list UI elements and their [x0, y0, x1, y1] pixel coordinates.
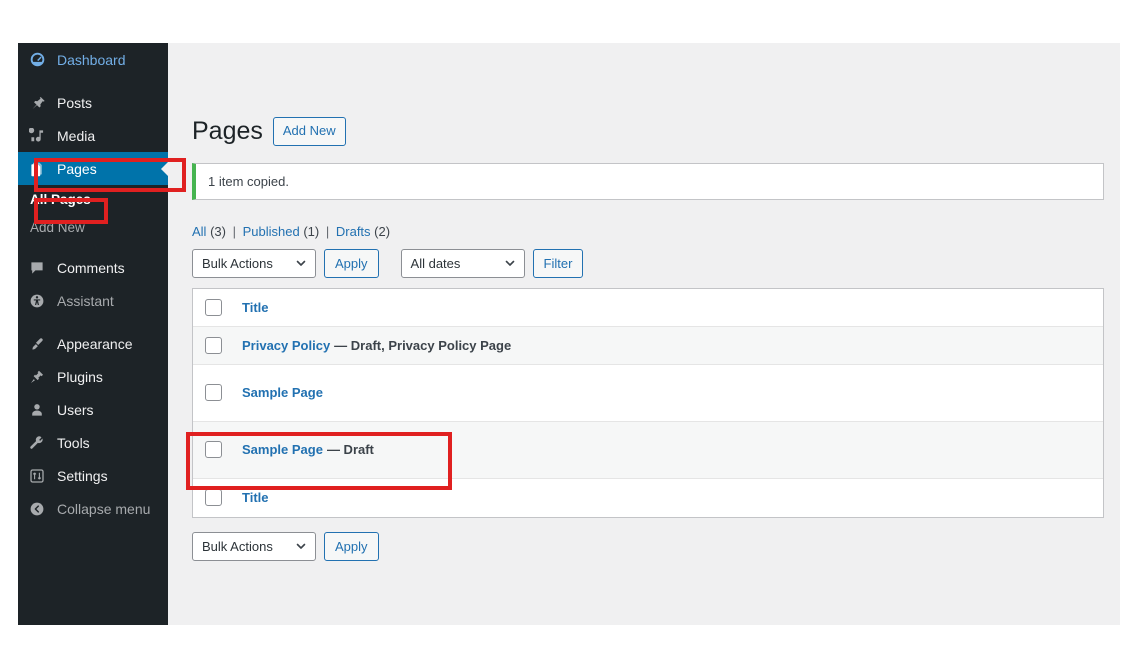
wordpress-admin-screen: Dashboard Posts Media Pages All Pages Ad…	[18, 43, 1120, 625]
filter-count-drafts: (2)	[374, 223, 391, 239]
sidebar-item-tools[interactable]: Tools	[18, 426, 168, 459]
page-title: Pages	[192, 117, 263, 145]
table-row[interactable]: Sample Page	[193, 364, 1103, 422]
sidebar-subitem-label: Add New	[30, 219, 85, 235]
sidebar-item-dashboard[interactable]: Dashboard	[18, 43, 168, 76]
plugin-icon	[26, 367, 48, 387]
sidebar-item-comments[interactable]: Comments	[18, 251, 168, 284]
pages-table: Title Privacy Policy — Draft, Privacy Po…	[192, 287, 1104, 518]
tablenav-bottom: Bulk Actions Apply	[192, 531, 1120, 561]
sidebar-divider	[18, 317, 168, 327]
apply-button-bottom[interactable]: Apply	[324, 531, 379, 561]
column-header-title[interactable]: Title	[242, 300, 269, 315]
sidebar-item-collapse-menu[interactable]: Collapse menu	[18, 492, 168, 525]
admin-content-area: Pages Add New 1 item copied. All (3) | P…	[168, 43, 1120, 625]
bulk-actions-value: Bulk Actions	[202, 255, 273, 271]
sidebar-item-plugins[interactable]: Plugins	[18, 360, 168, 393]
sidebar-item-label: Users	[57, 401, 94, 418]
sidebar-item-label: Settings	[57, 467, 108, 484]
sidebar-item-label: Appearance	[57, 335, 133, 352]
sidebar-item-label: Assistant	[57, 292, 114, 309]
column-footer-title[interactable]: Title	[242, 490, 269, 505]
sidebar-item-label: Pages	[57, 160, 97, 177]
sidebar-item-all-pages[interactable]: All Pages	[18, 185, 168, 213]
row-checkbox[interactable]	[205, 441, 222, 458]
select-all-checkbox-top[interactable]	[205, 298, 222, 316]
admin-sidebar: Dashboard Posts Media Pages All Pages Ad…	[18, 43, 168, 625]
row-title-link[interactable]: Sample Page	[242, 385, 323, 400]
notice-banner: 1 item copied.	[192, 162, 1104, 200]
sidebar-item-label: Media	[57, 127, 96, 144]
row-title-link[interactable]: Privacy Policy	[242, 338, 330, 353]
bulk-actions-select-top[interactable]: Bulk Actions	[192, 248, 316, 278]
filter-separator: |	[232, 223, 236, 239]
sidebar-item-users[interactable]: Users	[18, 393, 168, 426]
filter-separator: |	[325, 223, 330, 239]
dashboard-icon	[26, 50, 48, 70]
date-filter-select[interactable]: All dates	[400, 248, 525, 278]
select-all-checkbox-bottom[interactable]	[205, 489, 222, 506]
brush-icon	[26, 334, 48, 354]
row-post-state: — Draft, Privacy Policy Page	[334, 337, 512, 353]
user-icon	[26, 400, 48, 420]
filter-link-published[interactable]: Published	[243, 224, 300, 239]
status-filter-links: All (3) | Published (1) | Drafts (2)	[192, 224, 1120, 239]
filter-link-drafts[interactable]: Drafts	[336, 224, 371, 239]
table-row[interactable]: Privacy Policy — Draft, Privacy Policy P…	[193, 326, 1103, 365]
sidebar-item-label: Tools	[57, 434, 90, 451]
filter-button[interactable]: Filter	[532, 248, 584, 278]
sidebar-item-label: Collapse menu	[57, 500, 151, 517]
row-post-state: — Draft	[326, 442, 374, 457]
table-row[interactable]: Sample Page — Draft	[193, 421, 1103, 479]
notice-message: 1 item copied.	[208, 173, 289, 189]
sidebar-divider	[18, 76, 168, 86]
chevron-down-icon	[295, 257, 307, 269]
date-filter-value: All dates	[410, 255, 461, 271]
apply-button-top[interactable]: Apply	[324, 248, 379, 278]
sidebar-item-settings[interactable]: Settings	[18, 459, 168, 492]
collapse-icon	[26, 499, 48, 519]
sidebar-item-appearance[interactable]: Appearance	[18, 327, 168, 360]
filter-link-all[interactable]: All	[192, 224, 206, 239]
page-header: Pages Add New	[192, 43, 1120, 148]
row-title-link[interactable]: Sample Page	[242, 442, 323, 457]
pages-icon	[26, 159, 48, 179]
table-header-row: Title	[193, 288, 1103, 327]
filter-count-all: (3)	[210, 223, 226, 239]
sidebar-item-label: Plugins	[57, 368, 103, 385]
sidebar-subitem-label: All Pages	[30, 191, 91, 207]
row-checkbox[interactable]	[205, 384, 222, 401]
media-icon	[26, 126, 48, 146]
row-checkbox[interactable]	[205, 336, 222, 354]
comments-icon	[26, 258, 48, 278]
sidebar-item-assistant[interactable]: Assistant	[18, 284, 168, 317]
chevron-down-icon	[504, 257, 516, 269]
add-new-button[interactable]: Add New	[272, 117, 346, 146]
sidebar-divider	[18, 241, 168, 251]
chevron-down-icon	[295, 540, 307, 552]
sidebar-item-media[interactable]: Media	[18, 119, 168, 152]
sidebar-item-pages[interactable]: Pages	[18, 152, 168, 185]
filter-count-published: (1)	[303, 223, 320, 239]
sidebar-item-add-new-page[interactable]: Add New	[18, 213, 168, 241]
settings-icon	[26, 466, 48, 486]
sidebar-item-posts[interactable]: Posts	[18, 86, 168, 119]
tablenav-top: Bulk Actions Apply All dates Filter	[192, 248, 1120, 278]
bulk-actions-select-bottom[interactable]: Bulk Actions	[192, 531, 316, 561]
assistant-icon	[26, 291, 48, 311]
sidebar-item-label: Comments	[57, 259, 125, 276]
pin-icon	[26, 93, 48, 113]
table-footer-row: Title	[193, 478, 1103, 517]
sidebar-item-label: Dashboard	[57, 51, 126, 68]
wrench-icon	[26, 433, 48, 453]
sidebar-item-label: Posts	[57, 94, 93, 111]
bulk-actions-value: Bulk Actions	[202, 538, 273, 554]
